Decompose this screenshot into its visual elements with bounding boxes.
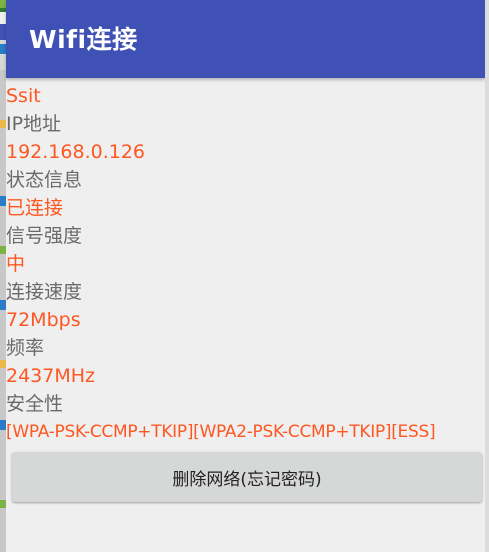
security-label: 安全性 [6, 393, 64, 415]
wifi-details-list: Ssit IP地址 192.168.0.126 状态信息 已连接 信号强度 中 … [6, 82, 485, 446]
page-title: Wifi连接 [29, 25, 138, 54]
app-bar: Wifi连接 [6, 0, 485, 78]
ssid-value: Ssit [6, 85, 41, 107]
frequency-label: 频率 [6, 337, 45, 359]
signal-strength-label: 信号强度 [6, 225, 83, 247]
wifi-connection-screen: Wifi连接 Ssit IP地址 192.168.0.126 状态信息 已连接 … [6, 0, 489, 552]
link-speed-value: 72Mbps [6, 309, 81, 331]
forget-network-button[interactable]: 删除网络(忘记密码) [12, 452, 482, 502]
link-speed-label: 连接速度 [6, 281, 83, 303]
status-value: 已连接 [6, 197, 64, 219]
frequency-value: 2437MHz [6, 365, 96, 387]
security-value: [WPA-PSK-CCMP+TKIP][WPA2-PSK-CCMP+TKIP][… [6, 422, 436, 442]
ip-address-value: 192.168.0.126 [6, 141, 146, 163]
signal-strength-value: 中 [6, 253, 26, 275]
status-label: 状态信息 [6, 169, 83, 191]
ip-address-label: IP地址 [6, 113, 62, 135]
window-edge [485, 0, 489, 552]
